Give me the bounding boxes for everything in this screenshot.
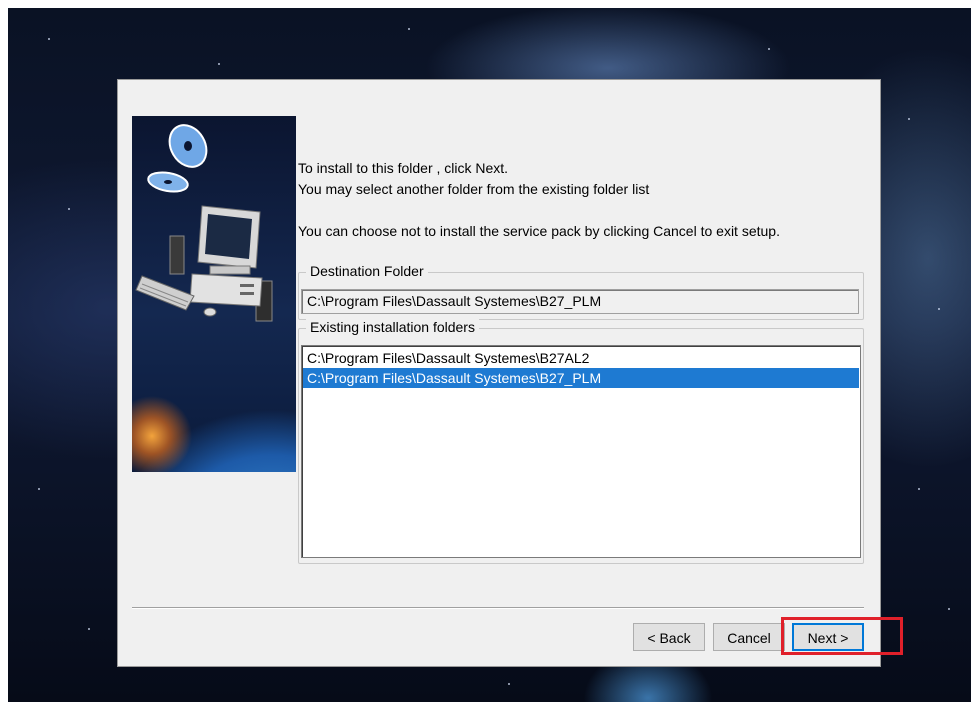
star [38, 488, 40, 490]
star [48, 38, 50, 40]
star [408, 28, 410, 30]
footer-separator [132, 607, 864, 609]
star [218, 63, 220, 65]
list-item[interactable]: C:\Program Files\Dassault Systemes\B27AL… [303, 348, 859, 368]
star [918, 488, 920, 490]
setup-banner-image [132, 116, 296, 472]
star [908, 118, 910, 120]
list-item-selected[interactable]: C:\Program Files\Dassault Systemes\B27_P… [303, 368, 859, 388]
computer-illustration [135, 124, 273, 322]
destination-folder-field[interactable]: C:\Program Files\Dassault Systemes\B27_P… [301, 289, 859, 314]
existing-folders-label: Existing installation folders [306, 319, 479, 335]
cancel-button[interactable]: Cancel [713, 623, 785, 651]
back-button[interactable]: < Back [633, 623, 705, 651]
star [88, 628, 90, 630]
next-button-highlight-box [781, 617, 903, 655]
star [68, 208, 70, 210]
instruction-line-3: You can choose not to install the servic… [298, 223, 780, 239]
star [938, 308, 940, 310]
star [948, 608, 950, 610]
star [768, 48, 770, 50]
instruction-line-2: You may select another folder from the e… [298, 181, 650, 197]
star [508, 683, 510, 685]
destination-folder-label: Destination Folder [306, 263, 428, 279]
existing-folders-list[interactable]: C:\Program Files\Dassault Systemes\B27AL… [301, 345, 861, 558]
instruction-line-1: To install to this folder , click Next. [298, 160, 509, 176]
